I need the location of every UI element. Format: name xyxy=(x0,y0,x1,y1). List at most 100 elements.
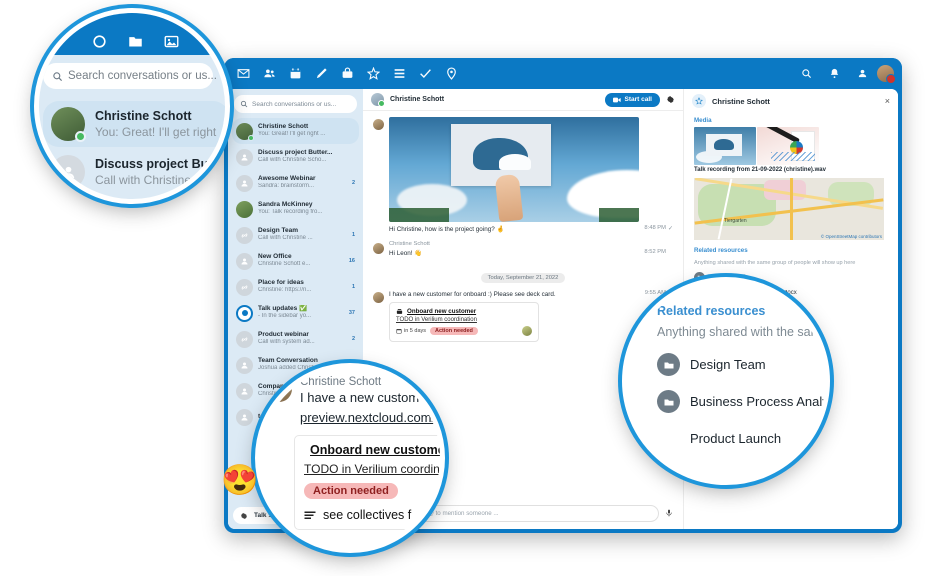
conversation-name: Place for ideas xyxy=(258,279,304,287)
message-row: Christine Schott Hi Leon! 👋 8:52 PM xyxy=(373,241,673,258)
magnified-search-input[interactable]: Search conversations or us... xyxy=(43,63,217,89)
start-call-label: Start call xyxy=(624,96,652,103)
related-resource-item[interactable]: Business Process Analysis.doc xyxy=(657,390,829,413)
deck-card-subtitle: TODO in Verilium coordination xyxy=(396,316,477,323)
avatar xyxy=(51,107,86,142)
notifications-bell-icon[interactable] xyxy=(821,61,847,87)
collectives-label: see collectives f xyxy=(323,508,412,522)
related-resource-item[interactable]: Product Launch xyxy=(657,427,825,450)
audio-file-name[interactable]: Talk recording from 21-09-2022 (christin… xyxy=(684,165,898,175)
avatar[interactable] xyxy=(373,119,384,130)
unread-badge: 2 xyxy=(351,180,355,186)
conversation-list-item[interactable]: Sandra McKinney You: Talk recording fro..… xyxy=(232,196,359,222)
deck-card[interactable]: Onboard new customer TODO in Verilium co… xyxy=(389,301,539,342)
conversation-list-item[interactable]: Discuss project Butter... Call with Chris… xyxy=(232,144,359,170)
conversation-list-item[interactable]: Talk updates ✅ - In the sidebar yo... 37 xyxy=(232,300,359,326)
conversation-list-item[interactable]: Awesome Webinar Sandra: brainstorm... 2 xyxy=(232,170,359,196)
related-resource-item[interactable]: Design Team xyxy=(657,353,825,376)
magnifier-related-resources: Related resources Anything shared with t… xyxy=(622,277,830,485)
message-text: I have a new customer for onboard :) Ple… xyxy=(389,290,556,298)
search-icon xyxy=(53,71,63,81)
chat-header: Christine Schott Start call xyxy=(363,89,683,111)
map-preview[interactable]: Tiergarten © OpenStreetMap contributors xyxy=(694,178,884,240)
media-thumbnail[interactable] xyxy=(757,127,819,165)
related-resources-label: Related resources xyxy=(694,247,748,254)
avatar xyxy=(236,304,253,322)
favorite-star-icon[interactable] xyxy=(692,94,706,108)
files-folder-icon[interactable] xyxy=(125,31,145,51)
checkmark-icon[interactable] xyxy=(412,61,438,87)
search-icon[interactable] xyxy=(793,61,819,87)
related-resource-label: Product Launch xyxy=(690,431,782,446)
magnified-conversation-item[interactable]: Discuss project Butter... Call with Chri… xyxy=(43,149,230,195)
close-icon[interactable]: × xyxy=(885,96,890,106)
contacts-icon[interactable] xyxy=(256,61,282,87)
deck-icon xyxy=(396,308,403,314)
conversation-preview: Sandra: brainstorm... xyxy=(258,183,315,190)
photos-icon[interactable] xyxy=(161,31,181,51)
avatar xyxy=(236,148,253,166)
conversation-list-item[interactable]: Place for ideas Christine: https://n... 1 xyxy=(232,274,359,300)
search-input[interactable]: Search conversations or us... xyxy=(234,95,357,113)
start-call-button[interactable]: Start call xyxy=(604,92,660,107)
calendar-icon[interactable] xyxy=(282,61,308,87)
conversation-list-item[interactable]: Product webinar Call with system ad... 2 xyxy=(232,326,359,352)
attached-photo[interactable] xyxy=(389,117,639,222)
deck-card-due: in 5 days xyxy=(396,328,426,334)
mail-icon[interactable] xyxy=(230,61,256,87)
avatar xyxy=(236,200,253,218)
microphone-icon[interactable] xyxy=(665,504,673,522)
conversation-preview: You: Talk recording fro... xyxy=(258,209,323,216)
details-header: Christine Schott × xyxy=(684,89,898,113)
collectives-row[interactable]: see collectives f xyxy=(304,508,440,522)
deck-icon[interactable] xyxy=(334,61,360,87)
conversation-list-item[interactable]: Christine Schott You: Great! I'll get rig… xyxy=(232,118,359,144)
deck-card-title: Onboard new customer xyxy=(310,443,445,457)
related-resources-title: Related resources xyxy=(657,304,766,318)
magnified-deck-card[interactable]: Onboard new customer TODO in Verilium co… xyxy=(294,435,445,530)
avatar xyxy=(266,376,292,402)
message-time: 8:48 PM xyxy=(644,225,666,231)
avatar[interactable] xyxy=(371,93,385,107)
message-author: Christine Schott xyxy=(300,376,382,388)
app-topbar-right xyxy=(793,61,896,87)
avatar xyxy=(236,122,254,141)
conversation-name: Christine Schott xyxy=(95,109,192,123)
page-title: Christine Schott xyxy=(390,96,445,103)
conversation-name: Discuss project Butter... xyxy=(95,157,230,171)
deck-card-due-label: in 5 days xyxy=(404,327,427,334)
notes-pencil-icon[interactable] xyxy=(308,61,334,87)
conversation-list-item[interactable]: Design Team Call with Christine ... 1 xyxy=(232,222,359,248)
avatar[interactable] xyxy=(522,325,532,336)
conversation-preview: You: Great! I'll get right ... xyxy=(258,131,326,138)
talk-star-icon[interactable] xyxy=(360,61,386,87)
conversation-preview: - In the sidebar yo... xyxy=(258,313,312,320)
avatar xyxy=(236,252,253,270)
avatar[interactable] xyxy=(877,65,896,84)
dashboard-circle-icon[interactable] xyxy=(89,31,109,51)
conversation-preview: Call with Christine Scho... xyxy=(258,157,327,164)
conversation-preview: Call with Christine ... xyxy=(258,235,313,242)
avatar[interactable] xyxy=(373,291,384,303)
folder-icon xyxy=(657,390,680,413)
conversation-preview: Christine: https://n... xyxy=(258,287,312,294)
conversation-list-item[interactable]: New Office Christine Schott e... 16 xyxy=(232,248,359,274)
conversation-name: Sandra McKinney xyxy=(258,201,313,209)
tasks-list-icon[interactable] xyxy=(386,61,412,87)
maps-location-icon[interactable] xyxy=(438,61,464,87)
calendar-icon xyxy=(396,328,402,334)
magnified-conversation-item[interactable]: Christine Schott You: Great! I'll get ri… xyxy=(43,101,225,147)
conversation-name: Talk updates ✅ xyxy=(258,305,308,313)
related-resource-label: Business Process Analysis.doc xyxy=(690,394,829,409)
unread-badge: 1 xyxy=(351,232,355,238)
media-thumbnail[interactable] xyxy=(694,127,756,165)
related-resources-subtitle: Anything shared with the same group xyxy=(657,325,828,339)
conversation-settings-icon[interactable] xyxy=(666,91,675,109)
avatar[interactable] xyxy=(373,243,384,254)
message-link[interactable]: preview.nextcloud.com/app xyxy=(300,410,440,425)
heart-eyes-emoji: 😍 xyxy=(221,464,259,497)
magnified-conversation-partial[interactable]: Awesome Webinar xyxy=(53,201,164,204)
contacts-menu-icon[interactable] xyxy=(849,61,875,87)
deck-card-subtitle: TODO in Verilium coordina xyxy=(304,462,445,476)
media-grid xyxy=(684,127,898,165)
